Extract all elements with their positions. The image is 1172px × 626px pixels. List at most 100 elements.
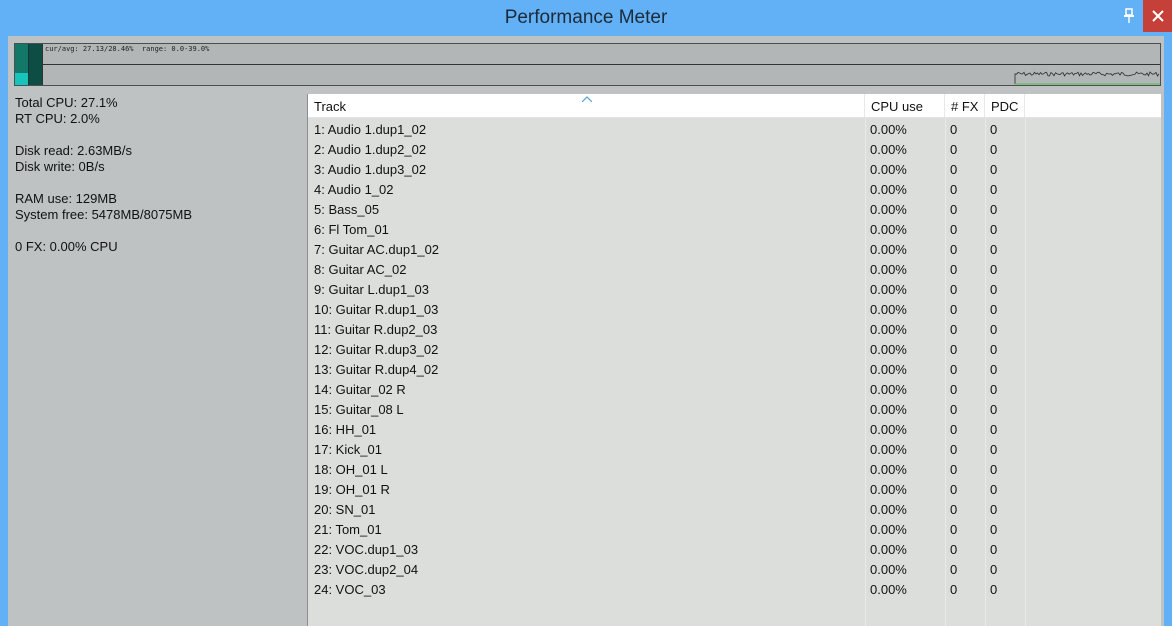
fx-count-cell: 0 [950,162,958,177]
table-row[interactable]: 1: Audio 1.dup1_02 0.00% 0 0 [308,120,1161,140]
table-row[interactable]: 20: SN_01 0.00% 0 0 [308,500,1161,520]
pdc-cell: 0 [990,382,998,397]
track-name-cell: 11: Guitar R.dup2_03 [314,322,438,337]
client-area: cur/avg: 27.13/28.46% range: 0.0-39.0% T… [8,36,1164,626]
track-name-cell: 12: Guitar R.dup3_02 [314,342,439,357]
fx-count-cell: 0 [950,462,958,477]
fx-count-cell: 0 [950,242,958,257]
table-row[interactable]: 5: Bass_05 0.00% 0 0 [308,200,1161,220]
table-row[interactable]: 19: OH_01 R 0.00% 0 0 [308,480,1161,500]
fx-count-cell: 0 [950,342,958,357]
fx-count-cell: 0 [950,402,958,417]
cpu-use-cell: 0.00% [870,242,907,257]
stats-panel: Total CPU: 27.1% RT CPU: 2.0% Disk read:… [15,95,192,255]
pdc-cell: 0 [990,482,998,497]
pdc-cell: 0 [990,162,998,177]
pdc-cell: 0 [990,322,998,337]
table-row[interactable]: 17: Kick_01 0.00% 0 0 [308,440,1161,460]
title-bar: Performance Meter [0,0,1172,36]
cpu-history-graph: cur/avg: 27.13/28.46% range: 0.0-39.0% [14,43,1161,86]
pdc-cell: 0 [990,542,998,557]
close-icon [1151,10,1164,22]
pdc-cell: 0 [990,182,998,197]
disk-write-text: Disk write: 0B/s [15,159,105,174]
table-row[interactable]: 3: Audio 1.dup3_02 0.00% 0 0 [308,160,1161,180]
cpu-use-cell: 0.00% [870,582,907,597]
header-cpu-use[interactable]: CPU use [865,94,945,117]
header-fx-count[interactable]: # FX [945,94,985,117]
cpu-use-cell: 0.00% [870,502,907,517]
table-row[interactable]: 9: Guitar L.dup1_03 0.00% 0 0 [308,280,1161,300]
table-row[interactable]: 24: VOC_03 0.00% 0 0 [308,580,1161,600]
fx-count-cell: 0 [950,262,958,277]
fx-count-cell: 0 [950,522,958,537]
track-name-cell: 1: Audio 1.dup1_02 [314,122,427,137]
table-row[interactable]: 4: Audio 1_02 0.00% 0 0 [308,180,1161,200]
table-row[interactable]: 11: Guitar R.dup2_03 0.00% 0 0 [308,320,1161,340]
pin-icon [1124,8,1134,23]
track-name-cell: 23: VOC.dup2_04 [314,562,419,577]
graph-label: cur/avg: 27.13/28.46% range: 0.0-39.0% [45,45,210,53]
graph-trace [1014,71,1160,84]
track-name-cell: 14: Guitar_02 R [314,382,406,397]
fx-count-cell: 0 [950,362,958,377]
fx-cpu-text: 0 FX: 0.00% CPU [15,239,118,254]
table-row[interactable]: 8: Guitar AC_02 0.00% 0 0 [308,260,1161,280]
cpu-use-cell: 0.00% [870,142,907,157]
table-row[interactable]: 10: Guitar R.dup1_03 0.00% 0 0 [308,300,1161,320]
pdc-cell: 0 [990,422,998,437]
close-button[interactable] [1143,0,1172,32]
cpu-use-cell: 0.00% [870,342,907,357]
table-row[interactable]: 21: Tom_01 0.00% 0 0 [308,520,1161,540]
fx-count-cell: 0 [950,482,958,497]
cpu-use-cell: 0.00% [870,482,907,497]
pdc-cell: 0 [990,222,998,237]
cpu-use-cell: 0.00% [870,182,907,197]
pdc-cell: 0 [990,462,998,477]
pdc-cell: 0 [990,122,998,137]
table-row[interactable]: 12: Guitar R.dup3_02 0.00% 0 0 [308,340,1161,360]
track-name-cell: 8: Guitar AC_02 [314,262,407,277]
fx-count-cell: 0 [950,182,958,197]
header-track-label: Track [314,99,347,114]
track-name-cell: 3: Audio 1.dup3_02 [314,162,427,177]
pdc-cell: 0 [990,442,998,457]
disk-read-text: Disk read: 2.63MB/s [15,143,133,158]
table-row[interactable]: 15: Guitar_08 L 0.00% 0 0 [308,400,1161,420]
track-name-cell: 22: VOC.dup1_03 [314,542,419,557]
header-fx-label: # FX [951,99,979,114]
pdc-cell: 0 [990,582,998,597]
table-row[interactable]: 18: OH_01 L 0.00% 0 0 [308,460,1161,480]
cpu-use-cell: 0.00% [870,542,907,557]
pdc-cell: 0 [990,142,998,157]
fx-count-cell: 0 [950,382,958,397]
table-row[interactable]: 14: Guitar_02 R 0.00% 0 0 [308,380,1161,400]
track-name-cell: 13: Guitar R.dup4_02 [314,362,439,377]
window-title: Performance Meter [504,7,668,28]
fx-count-cell: 0 [950,142,958,157]
table-row[interactable]: 7: Guitar AC.dup1_02 0.00% 0 0 [308,240,1161,260]
header-pdc[interactable]: PDC [985,94,1025,117]
fx-count-cell: 0 [950,442,958,457]
track-name-cell: 24: VOC_03 [314,582,386,597]
table-row[interactable]: 22: VOC.dup1_03 0.00% 0 0 [308,540,1161,560]
cpu-use-cell: 0.00% [870,382,907,397]
pdc-cell: 0 [990,522,998,537]
fx-count-cell: 0 [950,542,958,557]
track-name-cell: 19: OH_01 R [314,482,390,497]
system-free-text: System free: 5478MB/8075MB [15,207,193,222]
ram-use-text: RAM use: 129MB [15,191,117,206]
pdc-cell: 0 [990,282,998,297]
pdc-cell: 0 [990,562,998,577]
track-name-cell: 21: Tom_01 [314,522,382,537]
table-row[interactable]: 23: VOC.dup2_04 0.00% 0 0 [308,560,1161,580]
track-name-cell: 17: Kick_01 [314,442,382,457]
pdc-cell: 0 [990,402,998,417]
pin-button[interactable] [1118,6,1140,26]
table-row[interactable]: 2: Audio 1.dup2_02 0.00% 0 0 [308,140,1161,160]
table-row[interactable]: 6: Fl Tom_01 0.00% 0 0 [308,220,1161,240]
cpu-use-cell: 0.00% [870,162,907,177]
header-cpu-label: CPU use [871,99,924,114]
table-row[interactable]: 16: HH_01 0.00% 0 0 [308,420,1161,440]
table-row[interactable]: 13: Guitar R.dup4_02 0.00% 0 0 [308,360,1161,380]
